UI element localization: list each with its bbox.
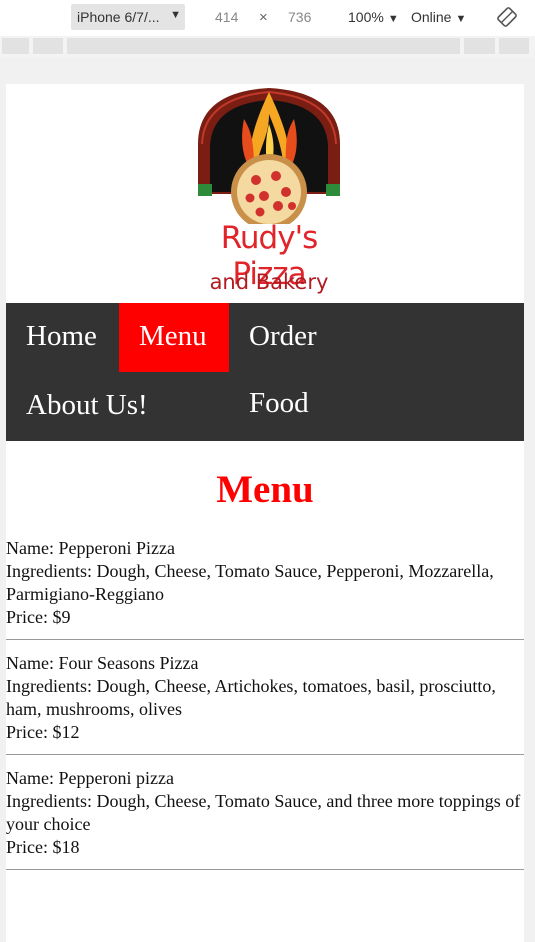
menu-item-price: Price: $9 (6, 607, 71, 627)
viewport-width-input[interactable]: 414 (215, 9, 238, 25)
menu-item: Name: Pepperoni Pizza Ingredients: Dough… (6, 525, 524, 640)
logo-subtitle: and Bakery (209, 270, 329, 294)
network-throttle-select[interactable]: Online ▼ (411, 9, 466, 25)
chevron-down-icon: ▼ (387, 13, 399, 25)
zoom-label: 100% (348, 9, 384, 25)
zoom-select[interactable]: 100% ▼ (348, 9, 399, 25)
media-query-bar (0, 36, 535, 58)
media-query-segment[interactable] (499, 38, 529, 54)
menu-item-price: Price: $12 (6, 722, 80, 742)
devtools-device-toolbar: iPhone 6/7/... ▼ 414 × 736 100% ▼ Online ▼ (0, 0, 535, 36)
device-select[interactable]: iPhone 6/7/... ▼ (71, 4, 185, 30)
media-query-segment[interactable] (33, 38, 63, 54)
emulated-viewport: Rudy's Pizza and Bakery Home Menu Order … (6, 84, 524, 942)
network-label: Online (411, 9, 452, 25)
nav-menu-link[interactable]: Menu (119, 303, 229, 372)
menu-item: Name: Four Seasons Pizza Ingredients: Do… (6, 640, 524, 755)
dimension-separator: × (259, 9, 268, 26)
menu-list: Name: Pepperoni Pizza Ingredients: Dough… (6, 525, 524, 870)
chevron-down-icon: ▼ (170, 9, 181, 21)
device-select-label: iPhone 6/7/... (77, 9, 160, 25)
media-query-segment[interactable] (2, 38, 29, 54)
chevron-down-icon: ▼ (455, 13, 467, 25)
page-title: Menu (216, 468, 314, 511)
rotate-icon[interactable] (497, 7, 517, 27)
media-query-segment[interactable] (67, 38, 460, 54)
media-query-segment[interactable] (464, 38, 495, 54)
nav-home-link[interactable]: Home (6, 303, 119, 372)
menu-item-ingredients: Ingredients: Dough, Cheese, Tomato Sauce… (6, 791, 521, 834)
nav-order-food-link[interactable]: Order Food (229, 303, 399, 419)
logo[interactable]: Rudy's Pizza and Bakery (184, 84, 354, 303)
menu-item-price: Price: $18 (6, 837, 80, 857)
main-nav: Home Menu Order Food About Us! (6, 303, 524, 441)
menu-item-ingredients: Ingredients: Dough, Cheese, Artichokes, … (6, 676, 496, 719)
menu-item-ingredients: Ingredients: Dough, Cheese, Tomato Sauce… (6, 561, 494, 604)
pizza-oven-icon (198, 88, 340, 230)
menu-item-name: Name: Pepperoni Pizza (6, 538, 175, 558)
menu-item-name: Name: Four Seasons Pizza (6, 653, 199, 673)
menu-item-name: Name: Pepperoni pizza (6, 768, 174, 788)
menu-item: Name: Pepperoni pizza Ingredients: Dough… (6, 755, 524, 870)
header: Rudy's Pizza and Bakery (6, 84, 524, 303)
nav-about-link[interactable]: About Us! (6, 372, 176, 441)
viewport-height-input[interactable]: 736 (288, 9, 311, 25)
